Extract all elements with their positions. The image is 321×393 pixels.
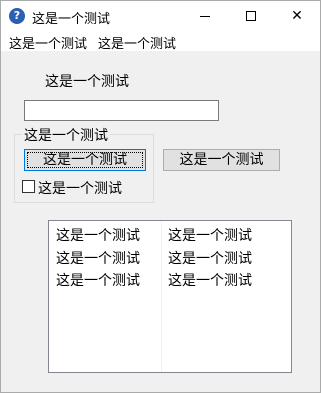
- checkbox[interactable]: [22, 180, 35, 193]
- menu-item-2[interactable]: 这是一个测试: [98, 33, 176, 52]
- maximize-button[interactable]: [228, 1, 274, 31]
- minimize-button[interactable]: [182, 1, 228, 31]
- minimize-icon: [200, 15, 210, 17]
- close-button[interactable]: ✕: [274, 1, 320, 31]
- title-bar[interactable]: ? 这是一个测试 ✕: [1, 1, 320, 31]
- button-1[interactable]: 这是一个测试: [24, 149, 146, 171]
- list-cell: 这是一个测试: [168, 228, 252, 244]
- button-2[interactable]: 这是一个测试: [163, 149, 280, 171]
- close-icon: ✕: [291, 8, 303, 24]
- list-cell: 这是一个测试: [168, 273, 252, 289]
- focus-rect: [27, 152, 143, 168]
- window-title: 这是一个测试: [32, 12, 111, 27]
- app-window: ? 这是一个测试 ✕ 这是一个测试 这是一个测试 这是一个测试 这是一个测试 这…: [0, 0, 321, 393]
- static-label: 这是一个测试: [45, 74, 129, 90]
- list-cell: 这是一个测试: [56, 228, 140, 244]
- list-row[interactable]: 这是一个测试 这是一个测试: [49, 248, 291, 270]
- maximize-icon: [246, 11, 256, 21]
- menu-bar: 这是一个测试 这是一个测试: [1, 31, 320, 52]
- checkbox-label[interactable]: 这是一个测试: [38, 178, 122, 198]
- menu-item-1[interactable]: 这是一个测试: [9, 33, 87, 52]
- group-box-title: 这是一个测试: [22, 125, 110, 145]
- list-cell: 这是一个测试: [56, 273, 140, 289]
- button-2-label: 这是一个测试: [179, 152, 264, 168]
- list-view[interactable]: 这是一个测试 这是一个测试 这是一个测试 这是一个测试 这是一个测试 这是一个测…: [48, 220, 292, 373]
- question-icon: ?: [9, 8, 25, 24]
- list-row[interactable]: 这是一个测试 这是一个测试: [49, 270, 291, 292]
- text-input[interactable]: [24, 100, 219, 121]
- list-row[interactable]: 这是一个测试 这是一个测试: [49, 225, 291, 247]
- list-cell: 这是一个测试: [56, 251, 140, 267]
- list-cell: 这是一个测试: [168, 251, 252, 267]
